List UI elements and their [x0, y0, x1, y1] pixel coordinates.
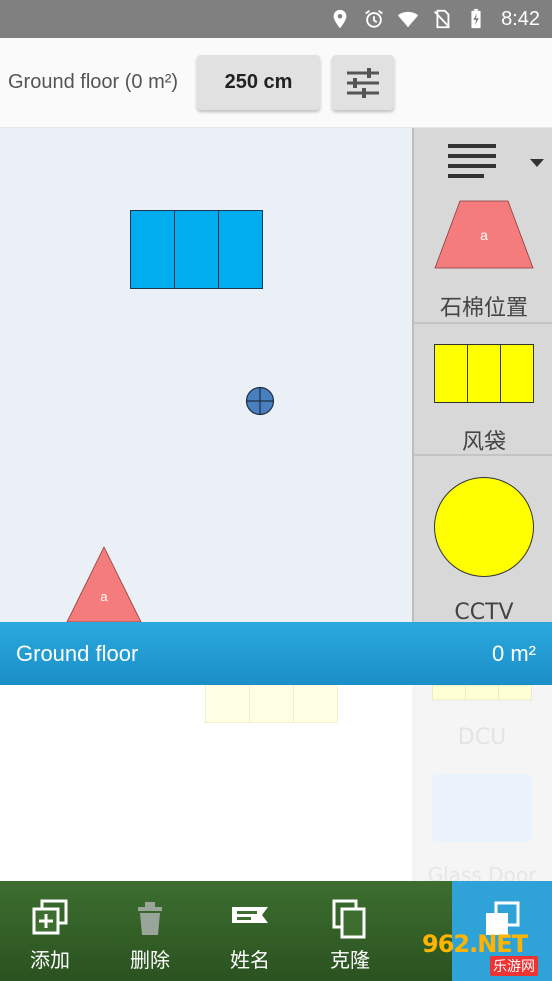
glass-door-symbol[interactable] — [432, 774, 532, 842]
location-icon — [333, 9, 347, 29]
triangle-glyph: a — [100, 589, 108, 604]
add-label: 添加 — [30, 948, 70, 972]
floor-summary: Ground floor (0 m²) — [8, 71, 179, 93]
top-toolbar: Ground floor (0 m²) 250 cm — [0, 38, 552, 128]
rename-label: 姓名 — [230, 948, 270, 972]
sliders-icon — [347, 67, 379, 98]
floor-info-bar[interactable]: Ground floor 0 m² — [0, 622, 552, 685]
clone-button[interactable]: 克隆 — [300, 881, 400, 981]
palette-label-asbestos: 石棉位置 — [439, 296, 528, 321]
palette-label-cctv: CCTV — [454, 600, 514, 622]
clone-label: 克隆 — [330, 948, 370, 972]
rename-icon — [232, 907, 268, 923]
clone-icon — [332, 899, 366, 939]
trash-icon — [138, 902, 162, 935]
add-button[interactable]: 添加 — [0, 881, 100, 981]
trapezoid-glyph: a — [480, 227, 488, 243]
palette-label-air-bag: 风袋 — [461, 430, 506, 455]
blue-block[interactable] — [130, 210, 263, 289]
floor-area: 0 m² — [492, 641, 536, 666]
watermark-logo: 962.NET 乐游网 — [420, 930, 550, 978]
settings-button[interactable] — [332, 55, 394, 110]
palette-item-cctv[interactable]: CCTV — [414, 454, 552, 622]
trapezoid-symbol: a — [434, 200, 534, 269]
ceiling-height-button[interactable]: 250 cm — [197, 55, 320, 110]
status-bar: 8:42 — [0, 0, 552, 38]
rename-button[interactable]: 姓名 — [200, 881, 300, 981]
circle-symbol — [434, 477, 534, 577]
symbol-palette-lower: DCU Glass Door — [412, 685, 552, 881]
palette-item-air-bag[interactable]: 风袋 — [414, 322, 552, 456]
list-icon — [448, 144, 496, 178]
battery-charging-icon — [471, 8, 481, 29]
add-layers-icon — [32, 899, 68, 935]
crosshair-marker[interactable] — [245, 386, 275, 416]
palette-label-dcu[interactable]: DCU — [412, 725, 552, 750]
dcu-symbol — [432, 685, 532, 701]
yellow-block-faded[interactable] — [205, 685, 338, 723]
alarm-icon — [365, 10, 383, 28]
palette-item-asbestos[interactable]: a 石棉位置 — [414, 194, 552, 324]
symbol-palette: a 石棉位置 风袋 CCTV — [412, 128, 552, 622]
palette-label-glass-door[interactable]: Glass Door — [412, 863, 552, 881]
red-triangle-marker[interactable]: a — [66, 546, 142, 622]
palette-menu-button[interactable] — [414, 128, 552, 194]
watermark-subtext: 乐游网 — [490, 956, 538, 976]
status-icons: 8:42 — [329, 0, 540, 38]
yellow-block-symbol — [434, 344, 534, 403]
wifi-icon — [397, 11, 419, 28]
chevron-down-icon — [530, 159, 544, 167]
delete-button[interactable]: 删除 — [100, 881, 200, 981]
no-sim-icon — [434, 9, 451, 29]
clock: 8:42 — [501, 7, 540, 30]
watermark-text: 962.NET — [422, 930, 528, 958]
floor-plan-canvas-lower[interactable] — [0, 685, 412, 881]
floor-plan-canvas[interactable]: a — [0, 128, 412, 622]
delete-label: 删除 — [130, 948, 170, 972]
floor-name: Ground floor — [16, 641, 139, 666]
